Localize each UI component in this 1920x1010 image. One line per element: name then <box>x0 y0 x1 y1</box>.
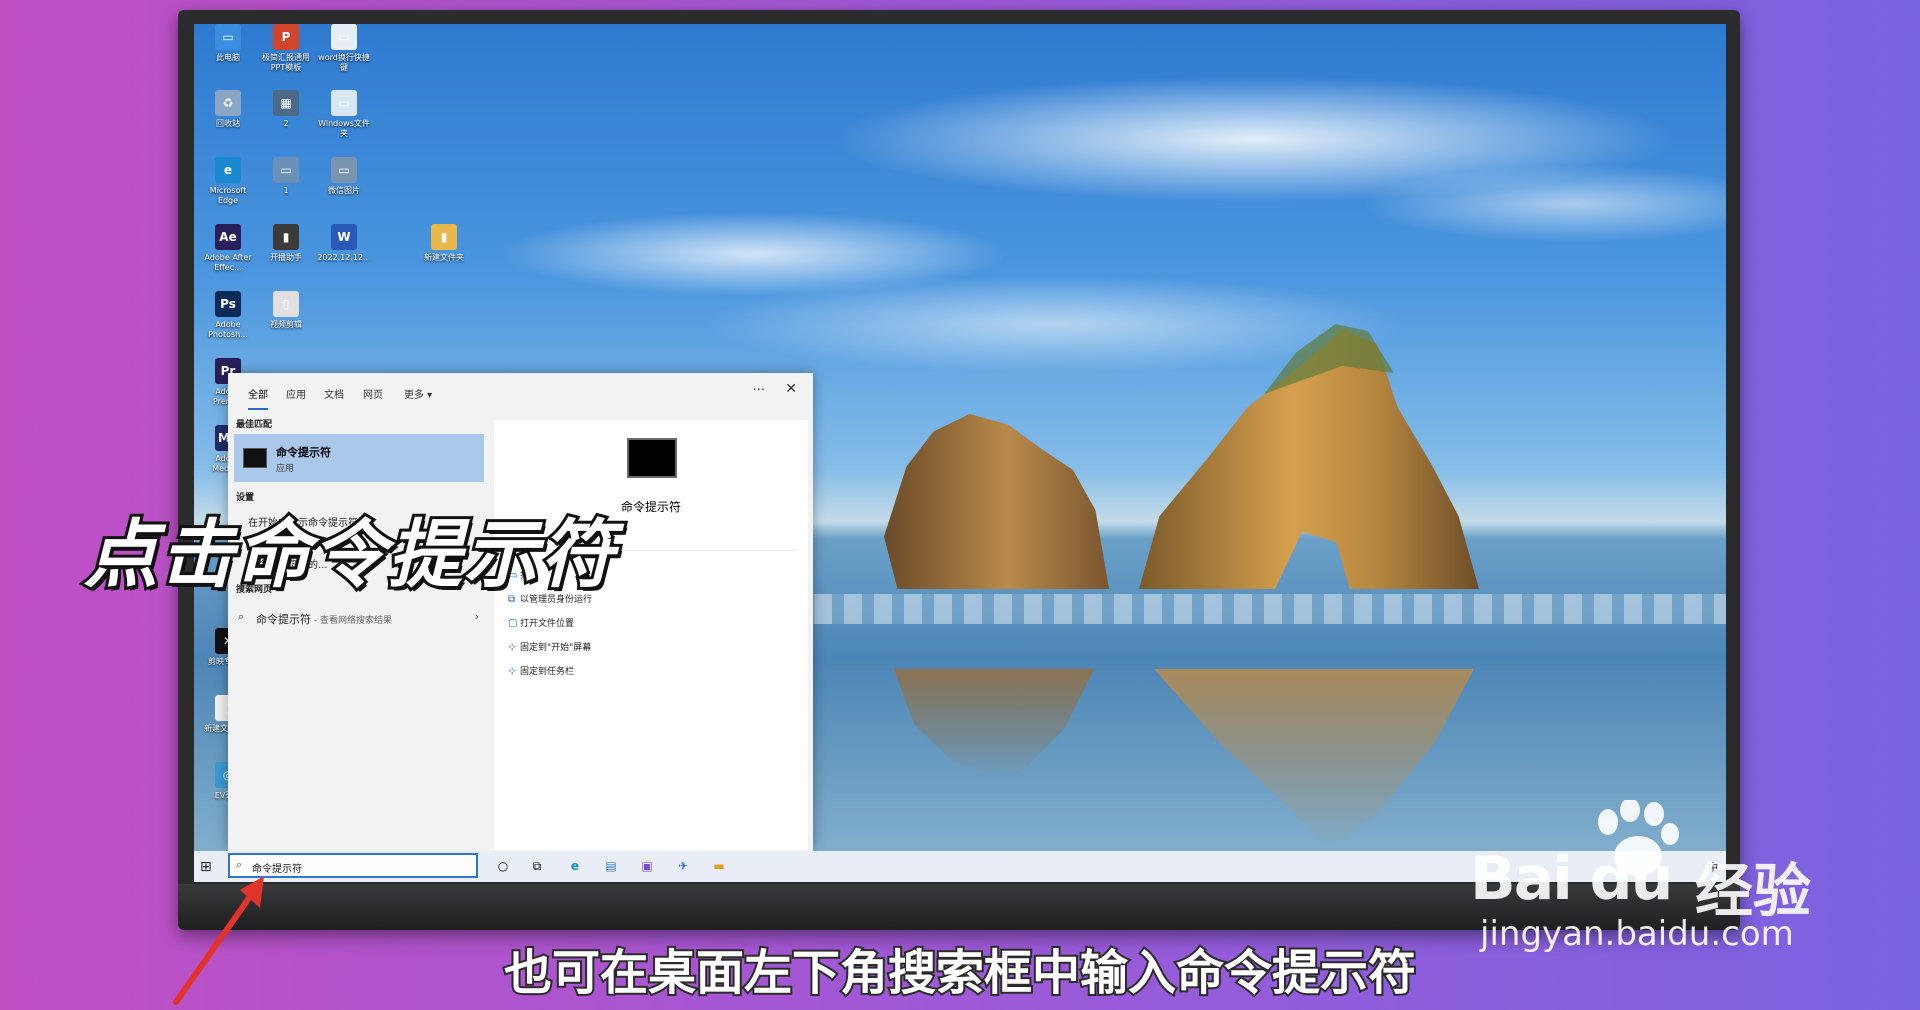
file-explorer-icon[interactable]: ▬ <box>710 857 728 875</box>
desktop-icon[interactable]: Ps Adobe Photosh... <box>200 291 256 340</box>
tab-all[interactable]: 全部 <box>248 386 268 410</box>
desktop-icon-label: 2 <box>283 119 289 128</box>
search-icon: ⌕ <box>238 610 245 623</box>
desktop-icon[interactable]: ▭ 此电脑 <box>200 24 256 63</box>
desktop-icon[interactable]: ▮ 新建文件夹 <box>416 224 472 263</box>
desktop-app-icon: e <box>215 157 241 183</box>
desktop-icon-label: 2022.12.12... <box>317 253 371 262</box>
desktop-app-icon: ▭ <box>215 24 241 50</box>
cmd-app-icon <box>243 448 267 468</box>
baidu-jingyan-watermark: Bai du 经验 jingyan.baidu.com <box>1470 800 1830 960</box>
desktop-icon-label: Windows文件夹 <box>318 119 370 138</box>
desktop-app-icon: ▭ <box>331 90 357 116</box>
more-options-icon[interactable]: ··· <box>753 383 765 398</box>
desktop-app-icon: ▮ <box>431 224 457 250</box>
desktop-icon-label: 1 <box>283 186 289 195</box>
desktop-app-icon: ▭ <box>273 157 299 183</box>
desktop-icon-label: 此电脑 <box>216 53 240 62</box>
explorer-app-icon[interactable]: ▤ <box>602 857 620 875</box>
cmd-preview-icon <box>627 438 677 478</box>
desktop-icon-label: 开播助手 <box>270 253 302 262</box>
desktop-icon[interactable]: ▭ 微信图片 <box>316 157 372 196</box>
tab-web[interactable]: 网页 <box>363 386 383 401</box>
wallpaper-reflection-arch <box>1154 669 1474 849</box>
wallpaper-reflection-small <box>894 669 1094 779</box>
action-pin-to-taskbar[interactable]: ⊹ 固定到任务栏 <box>508 664 574 677</box>
action-open-file-location[interactable]: ▢ 打开文件位置 <box>508 616 574 629</box>
desktop-app-icon: ▦ <box>273 90 299 116</box>
desktop-icon[interactable]: Ae Adobe After Effec... <box>200 224 256 273</box>
app-icon[interactable]: ▣ <box>638 857 656 875</box>
tab-more[interactable]: 更多 ▾ <box>404 386 432 401</box>
desktop-icon[interactable]: ▦ 2 <box>258 90 314 129</box>
desktop-icon-label: 回收站 <box>216 119 240 128</box>
wallpaper-rock-small <box>884 414 1109 589</box>
desktop-icon-label: 微信图片 <box>328 186 360 195</box>
desktop-icon[interactable]: ▮ 开播助手 <box>258 224 314 263</box>
pin-icon: ⊹ <box>508 642 517 653</box>
desktop-app-icon: ♻ <box>215 90 241 116</box>
preview-pane: 命令提示符 ▭ 打开 ⧉ 以管理员身份运行 ▢ 打开文件位置 ⊹ 固定到"开始"屏幕 ⊹… <box>494 420 808 850</box>
desktop-app-icon: ▭ <box>331 157 357 183</box>
best-match-subtitle: 应用 <box>276 464 295 474</box>
desktop-icon-label: 新建文件夹 <box>424 253 464 262</box>
desktop-icon[interactable]: ▯ 视频剪辑 <box>258 291 314 330</box>
desktop-app-icon: Ae <box>215 224 241 250</box>
watermark-url: jingyan.baidu.com <box>1480 914 1794 954</box>
desktop-icon[interactable]: ▭ Windows文件夹 <box>316 90 372 139</box>
mail-app-icon[interactable]: ✈ <box>674 857 692 875</box>
desktop-icon[interactable]: P 极简汇报通用PPT模板 <box>258 24 314 73</box>
best-match-result[interactable]: 命令提示符 应用 <box>234 434 484 482</box>
web-search-row[interactable]: ⌕ 命令提示符 - 查看网络搜索结果 › <box>238 608 483 628</box>
close-icon[interactable]: ✕ <box>785 381 797 397</box>
edge-icon[interactable]: e <box>566 857 584 875</box>
best-match-title: 命令提示符 <box>276 446 331 459</box>
desktop-app-icon: W <box>331 224 357 250</box>
desktop-app-icon: ▮ <box>273 224 299 250</box>
search-panel-tabs: 全部 应用 文档 网页 更多 ▾ ··· ✕ <box>228 373 813 411</box>
desktop-icon[interactable]: ▭ 1 <box>258 157 314 196</box>
desktop-icon[interactable]: ♻ 回收站 <box>200 90 256 129</box>
desktop-icon-label: Adobe After Effec... <box>204 253 252 272</box>
chevron-right-icon: › <box>474 610 479 623</box>
desktop-icon-label: 视频剪辑 <box>270 320 302 329</box>
web-search-text: 命令提示符 - 查看网络搜索结果 <box>256 613 392 626</box>
desktop-icon-label: Adobe Photosh... <box>208 320 248 339</box>
pin-icon: ⊹ <box>508 666 517 677</box>
task-view-icon[interactable]: ⧉ <box>528 857 546 875</box>
folder-location-icon: ▢ <box>508 618 518 629</box>
desktop-icon-label: 极简汇报通用PPT模板 <box>262 53 310 72</box>
desktop-icon-label: word换行快捷键 <box>318 53 370 72</box>
desktop-icon[interactable]: ▭ word换行快捷键 <box>316 24 372 73</box>
desktop-app-icon: ▯ <box>273 291 299 317</box>
tab-apps[interactable]: 应用 <box>286 386 306 401</box>
tab-documents[interactable]: 文档 <box>324 386 344 401</box>
cortana-icon[interactable]: ○ <box>494 857 512 875</box>
desktop-icon[interactable]: W 2022.12.12... <box>316 224 372 263</box>
wallpaper-surf <box>664 594 1726 624</box>
desktop-app-icon: P <box>273 24 299 50</box>
baidu-logo-text: Bai du <box>1470 844 1673 914</box>
desktop-app-icon: Ps <box>215 291 241 317</box>
desktop-icon[interactable]: e Microsoft Edge <box>200 157 256 206</box>
desktop-icon-label: Microsoft Edge <box>209 186 247 205</box>
instruction-caption: 点击命令提示符 <box>81 509 617 601</box>
desktop-app-icon: ▭ <box>331 24 357 50</box>
action-pin-to-start[interactable]: ⊹ 固定到"开始"屏幕 <box>508 640 591 653</box>
best-match-header: 最佳匹配 <box>236 420 273 430</box>
